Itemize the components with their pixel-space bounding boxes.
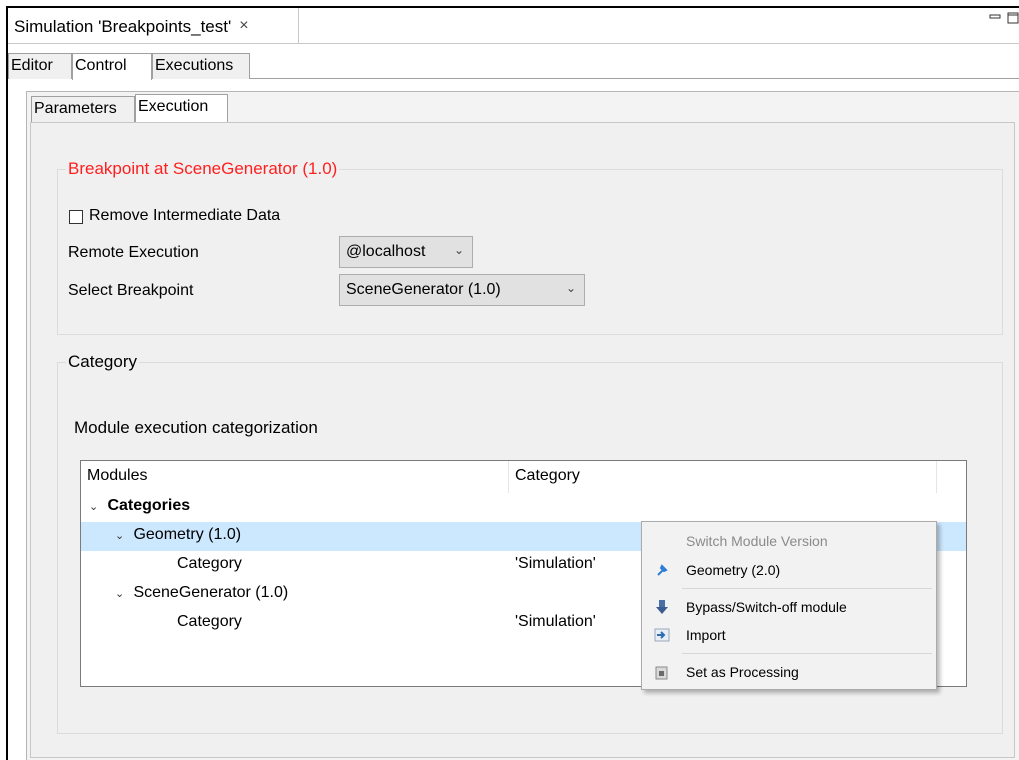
editor-tabbar: Simulation 'Breakpoints_test' ×	[8, 8, 1019, 44]
menu-item-label: Switch Module Version	[686, 533, 828, 549]
table-row[interactable]: ⌄ Categories	[81, 493, 966, 522]
remote-execution-select[interactable]: @localhost ⌄	[339, 236, 473, 268]
menu-item-label: Geometry (2.0)	[686, 562, 781, 578]
categorization-subtitle: Module execution categorization	[74, 418, 318, 437]
menu-item-label: Set as Processing	[686, 664, 799, 680]
tree-node-scenegenerator: ⌄ SceneGenerator (1.0)	[115, 584, 288, 602]
remove-data-checkbox[interactable]	[69, 210, 83, 224]
column-header-category[interactable]: Category	[509, 461, 937, 493]
chevron-down-icon: ⌄	[453, 243, 464, 257]
menu-item-import[interactable]: Import	[642, 623, 936, 647]
chevron-down-icon: ⌄	[565, 281, 576, 295]
processing-icon	[654, 664, 670, 680]
menu-item-label: Bypass/Switch-off module	[686, 599, 847, 615]
minimize-icon[interactable]	[989, 12, 1001, 24]
close-icon[interactable]: ×	[239, 17, 248, 44]
import-icon	[654, 627, 670, 643]
table-header: Modules Category	[81, 461, 966, 493]
menu-separator	[682, 653, 932, 654]
row-label: SceneGenerator (1.0)	[133, 584, 289, 601]
maximize-icon[interactable]	[1007, 12, 1019, 24]
tab-executions[interactable]: Executions	[152, 53, 250, 79]
menu-item-bypass[interactable]: Bypass/Switch-off module	[642, 595, 936, 619]
chevron-down-icon[interactable]: ⌄	[89, 500, 103, 513]
row-label: Geometry (1.0)	[133, 526, 242, 543]
tab-execution[interactable]: Execution	[135, 94, 228, 122]
menu-item-geometry-2[interactable]: Geometry (2.0)	[642, 558, 936, 582]
select-breakpoint-label: Select Breakpoint	[68, 282, 194, 299]
window-controls	[989, 12, 1019, 24]
row-label: Category	[177, 555, 242, 572]
category-group-title: Category	[66, 352, 139, 372]
row-label: Categories	[107, 497, 191, 514]
context-menu: Switch Module Version Geometry (2.0) Byp…	[641, 521, 937, 690]
inner-tabbar: Parameters Execution	[27, 92, 1019, 122]
tab-control[interactable]: Control	[72, 53, 152, 80]
breakpoint-group: Breakpoint at SceneGenerator (1.0) Remov…	[57, 159, 1003, 335]
tree-node-categories: ⌄ Categories	[89, 497, 190, 515]
pin-icon	[654, 562, 670, 578]
editor-tab-simulation[interactable]: Simulation 'Breakpoints_test' ×	[8, 8, 299, 44]
column-header-modules[interactable]: Modules	[81, 461, 509, 493]
row-category: 'Simulation'	[515, 613, 596, 630]
tab-editor[interactable]: Editor	[8, 53, 72, 79]
remove-data-label: Remove Intermediate Data	[89, 207, 281, 224]
breakpoint-group-title: Breakpoint at SceneGenerator (1.0)	[66, 159, 340, 179]
row-category: 'Simulation'	[515, 555, 596, 572]
menu-item-label: Import	[686, 627, 726, 643]
menu-item-set-processing[interactable]: Set as Processing	[642, 660, 936, 684]
tree-node-geometry: ⌄ Geometry (1.0)	[115, 526, 241, 544]
menu-item-switch-version: Switch Module Version	[642, 529, 936, 553]
editor-tab-title: Simulation 'Breakpoints_test'	[14, 17, 232, 36]
row-label: Category	[177, 613, 242, 630]
chevron-down-icon[interactable]: ⌄	[115, 529, 129, 542]
bypass-icon	[654, 599, 670, 615]
sub-tabbar: Editor Control Executions	[8, 53, 1019, 80]
tab-parameters[interactable]: Parameters	[31, 96, 135, 122]
menu-separator	[682, 588, 932, 589]
remote-execution-value: @localhost	[346, 243, 426, 260]
remote-execution-label: Remote Execution	[68, 244, 199, 261]
select-breakpoint-value: SceneGenerator (1.0)	[346, 281, 501, 298]
chevron-down-icon[interactable]: ⌄	[115, 587, 129, 600]
select-breakpoint-select[interactable]: SceneGenerator (1.0) ⌄	[339, 274, 585, 306]
